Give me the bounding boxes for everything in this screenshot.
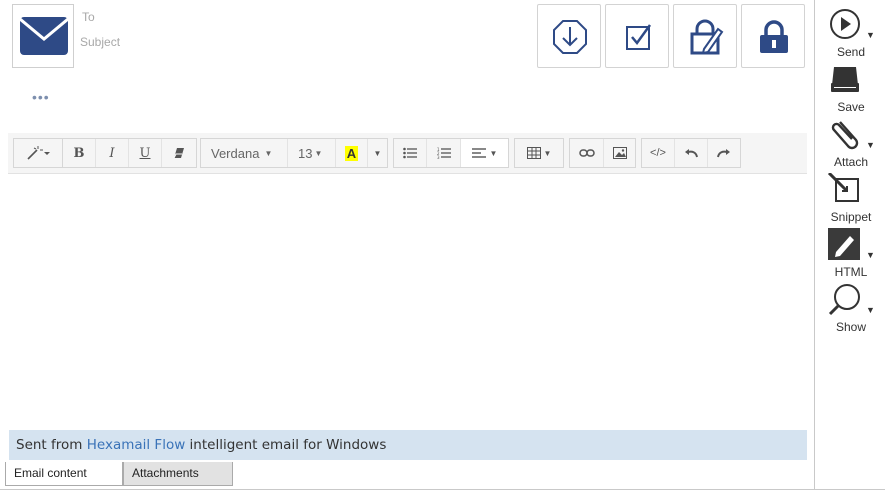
checkbox-icon	[626, 24, 652, 50]
lock-button[interactable]	[741, 4, 805, 68]
download-button[interactable]	[537, 4, 601, 68]
magic-wand-icon	[27, 146, 50, 160]
font-color-button[interactable]: A	[335, 139, 367, 167]
attach-label: Attach	[833, 155, 869, 169]
html-button[interactable]: ▼ HTML	[820, 228, 882, 282]
snippet-label: Snippet	[830, 210, 872, 224]
sender-avatar-envelope[interactable]	[12, 4, 74, 68]
chevron-down-icon: ▼	[314, 148, 323, 158]
format-group: B I U	[63, 138, 197, 168]
attach-button[interactable]: ▼ Attach	[820, 118, 882, 172]
tab-attachments[interactable]: Attachments	[123, 462, 233, 486]
underline-button[interactable]: U	[128, 139, 161, 167]
magnifier-icon	[828, 284, 860, 316]
chevron-down-icon[interactable]: ▼	[866, 140, 875, 150]
image-icon	[612, 147, 627, 159]
undo-button[interactable]	[674, 139, 707, 167]
chevron-down-icon: ▼	[489, 148, 498, 158]
font-color-dropdown[interactable]: ▼	[367, 139, 387, 167]
history-group: </>	[641, 138, 741, 168]
tab-email-content[interactable]: Email content	[5, 462, 123, 486]
align-left-icon	[471, 148, 486, 158]
chevron-down-icon[interactable]: ▼	[866, 30, 875, 40]
paperclip-icon	[831, 121, 859, 150]
chevron-down-icon: ▼	[373, 148, 382, 158]
edit-lock-button[interactable]	[673, 4, 737, 68]
font-family-value: Verdana	[211, 145, 260, 161]
signature-link[interactable]: Hexamail Flow	[87, 437, 186, 453]
signature-prefix: Sent from	[16, 437, 87, 453]
signature-suffix: intelligent email for Windows	[185, 437, 387, 453]
chevron-down-icon[interactable]: ▼	[866, 305, 875, 315]
chevron-down-icon: ▼	[543, 148, 552, 158]
download-icon	[553, 20, 587, 54]
snippet-icon	[828, 173, 859, 202]
drive-icon	[831, 67, 859, 92]
insert-image-button[interactable]	[603, 139, 635, 167]
show-label: Show	[835, 320, 867, 334]
send-label: Send	[836, 45, 866, 59]
italic-button[interactable]: I	[95, 139, 128, 167]
code-view-button[interactable]: </>	[642, 139, 674, 167]
html-label: HTML	[834, 265, 868, 279]
edit-lock-icon	[690, 19, 724, 55]
play-circle-icon	[830, 9, 860, 39]
font-size-select[interactable]: 13 ▼	[287, 139, 335, 167]
email-body-editor[interactable]	[8, 174, 807, 430]
show-button[interactable]: ▼ Show	[820, 283, 882, 337]
magic-wand-dropdown[interactable]	[13, 138, 63, 168]
bullet-list-button[interactable]	[394, 139, 426, 167]
editor-toolbar: B I U Verdana ▼ 13 ▼ A ▼ 1 2 3 ▼ ▼ </>	[8, 133, 807, 174]
checkbox-button[interactable]	[605, 4, 669, 68]
send-button[interactable]: ▼ Send	[820, 8, 882, 62]
envelope-icon	[20, 17, 68, 55]
paragraph-group: 1 2 3 ▼	[393, 138, 509, 168]
subject-field[interactable]: Subject	[80, 35, 120, 49]
chevron-down-icon[interactable]: ▼	[866, 250, 875, 260]
redo-button[interactable]	[707, 139, 740, 167]
snippet-button[interactable]: Snippet	[820, 173, 882, 227]
font-color-icon: A	[344, 145, 359, 161]
sidebar-divider	[814, 0, 815, 490]
font-family-select[interactable]: Verdana ▼	[201, 139, 287, 167]
insert-link-button[interactable]	[570, 139, 603, 167]
align-dropdown[interactable]: ▼	[460, 139, 508, 167]
bold-button[interactable]: B	[63, 139, 95, 167]
numbered-list-icon: 1 2 3	[437, 147, 451, 159]
save-label: Save	[837, 100, 865, 114]
undo-icon	[685, 149, 698, 158]
font-group: Verdana ▼ 13 ▼ A ▼	[200, 138, 388, 168]
more-options-button[interactable]: •••	[32, 89, 50, 105]
insert-group	[569, 138, 636, 168]
lock-icon	[760, 20, 788, 53]
bullet-list-icon	[403, 147, 417, 159]
numbered-list-button[interactable]: 1 2 3	[426, 139, 460, 167]
redo-icon	[717, 149, 730, 158]
pen-icon	[828, 228, 860, 260]
table-dropdown[interactable]: ▼	[514, 138, 564, 168]
email-signature: Sent from Hexamail Flow intelligent emai…	[9, 430, 807, 460]
table-icon	[526, 147, 541, 159]
chevron-down-icon: ▼	[264, 148, 273, 158]
svg-text:3: 3	[437, 155, 440, 159]
clear-format-button[interactable]	[161, 139, 195, 167]
to-field[interactable]: To	[82, 10, 95, 24]
font-size-value: 13	[298, 145, 313, 161]
save-button[interactable]: Save	[820, 63, 882, 117]
link-icon	[578, 149, 595, 157]
eraser-icon	[173, 148, 184, 159]
